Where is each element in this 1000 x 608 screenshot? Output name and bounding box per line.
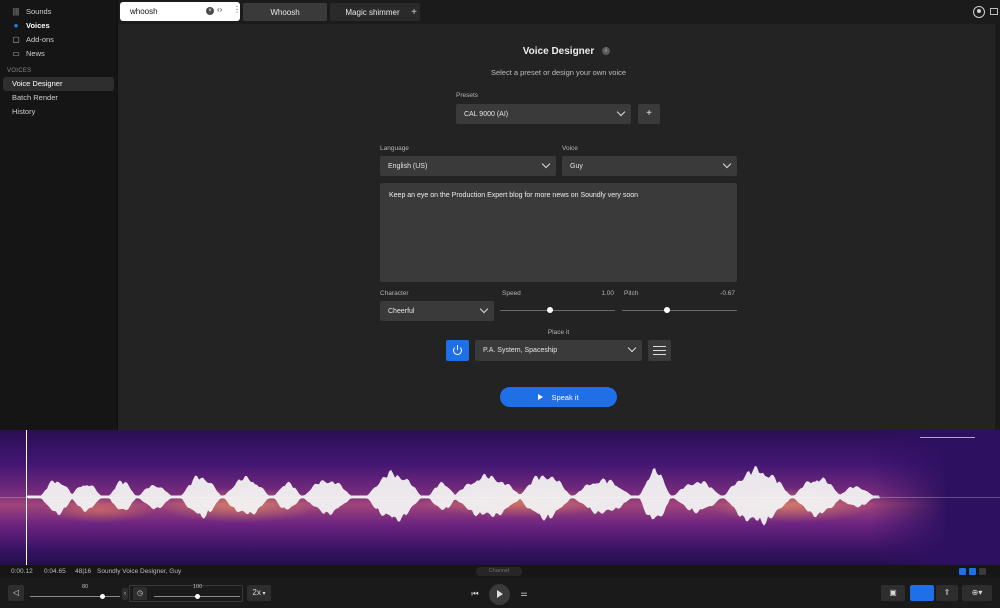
speed-value: 1.00: [601, 290, 614, 297]
sidebar-item-news[interactable]: ▭ News: [0, 46, 117, 60]
rate-value: 2x: [252, 588, 261, 597]
output-settings-icon[interactable]: ⊕▾: [962, 585, 992, 601]
playback-position: 0:00.12: [11, 568, 33, 575]
character-dropdown[interactable]: Cheerful: [380, 301, 494, 321]
stopwatch-icon[interactable]: ◷: [133, 587, 147, 600]
place-it-value: P.A. System, Spaceship: [483, 347, 558, 354]
sidebar-item-add-ons[interactable]: ▢ Add-ons: [0, 32, 117, 46]
add-tab-button[interactable]: +: [408, 3, 420, 21]
bag-icon: ▢: [12, 34, 20, 44]
speech-bubble-icon: ●: [13, 20, 19, 30]
monitor-icon: ▭: [12, 48, 20, 58]
sidebar-link-history[interactable]: History: [3, 105, 114, 119]
volume-slider[interactable]: [30, 596, 120, 597]
sidebar-item-label: Sounds: [26, 6, 52, 16]
place-it-label: Place it: [547, 329, 570, 336]
info-icon[interactable]: i: [602, 47, 610, 55]
pitch-slider-handle[interactable]: [664, 307, 670, 313]
sidebar: ||| Sounds ● Voices ▢ Add-ons ▭ News VOI…: [0, 0, 118, 430]
sidebar-item-label: Add-ons: [26, 34, 54, 44]
chevron-down-icon: [627, 343, 637, 353]
chevron-down-icon: [479, 304, 489, 314]
clipboard-icon[interactable]: ▣: [881, 585, 905, 601]
page-title: Voice Designer: [522, 46, 595, 57]
spectrogram-view[interactable]: [0, 430, 1000, 565]
microphone-icon[interactable]: [910, 585, 934, 601]
collapse-chevron-icon[interactable]: ‹: [122, 588, 128, 600]
library-icon: |||: [12, 6, 20, 16]
pitch-slider[interactable]: [622, 310, 737, 311]
voice-label: Voice: [562, 145, 578, 152]
add-preset-button[interactable]: +: [638, 104, 660, 124]
chevron-down-icon: [616, 107, 626, 117]
play-button[interactable]: [489, 584, 510, 605]
upload-icon[interactable]: ⇑: [936, 585, 958, 601]
sidebar-item-voices[interactable]: ● Voices: [0, 18, 117, 32]
presets-label: Presets: [456, 92, 479, 99]
sidebar-link-voice-designer[interactable]: Voice Designer: [3, 77, 114, 91]
place-it-dropdown[interactable]: P.A. System, Spaceship: [475, 340, 642, 361]
character-value: Cheerful: [388, 307, 415, 315]
speed-slider-handle[interactable]: [547, 307, 553, 313]
source-name: Soundly Voice Designer, Guy: [97, 568, 182, 575]
pitch-value: -0.67: [720, 290, 735, 297]
speed-label: Speed: [502, 290, 521, 297]
language-dropdown[interactable]: English (US): [380, 156, 556, 176]
volume-value: 80: [82, 584, 89, 590]
window-layout-icon[interactable]: [990, 8, 998, 15]
file-duration: 0:04.65: [44, 568, 66, 575]
sidebar-item-label: News: [26, 48, 45, 58]
speed-value: 100: [193, 584, 203, 590]
chevron-down-icon: [541, 159, 551, 169]
effect-settings-button[interactable]: [648, 340, 671, 361]
presets-dropdown[interactable]: CAL 9000 (AI): [456, 104, 631, 124]
clear-search-icon[interactable]: ×: [206, 7, 214, 15]
volume-slider-handle[interactable]: [99, 594, 105, 599]
search-input[interactable]: whoosh: [130, 7, 158, 16]
skip-to-start-icon[interactable]: ⏮: [468, 586, 482, 602]
speed-slider[interactable]: [500, 310, 615, 311]
playback-speed-handle[interactable]: [194, 594, 200, 599]
snap-toggle-icon[interactable]: [959, 568, 966, 575]
channel-selector[interactable]: Channel: [476, 567, 522, 576]
language-label: Language: [380, 145, 409, 152]
speak-it-label: Speak it: [551, 392, 579, 402]
place-it-power-button[interactable]: [446, 340, 469, 361]
mute-speaker-icon[interactable]: ◁: [8, 585, 24, 601]
user-account-icon[interactable]: [973, 6, 985, 18]
rate-dropdown[interactable]: 2x ▾: [247, 585, 271, 601]
sidebar-item-label: Voices: [26, 20, 50, 30]
speech-text-input[interactable]: Keep an eye on the Production Expert blo…: [380, 183, 737, 282]
presets-value: CAL 9000 (AI): [464, 110, 509, 118]
scrollbar[interactable]: [995, 24, 1000, 430]
language-value: English (US): [388, 162, 428, 170]
voice-value: Guy: [570, 162, 583, 170]
chevron-down-icon: [722, 159, 732, 169]
speak-it-button[interactable]: Speak it: [500, 387, 617, 407]
status-bar: 0:00.12 0:04.65 48|16 Soundly Voice Desi…: [0, 565, 1000, 578]
chevron-down-icon: ▾: [260, 591, 266, 597]
overview-scroller[interactable]: [920, 437, 975, 438]
character-label: Character: [380, 290, 409, 297]
soundly-app: ||| Sounds ● Voices ▢ Add-ons ▭ News VOI…: [0, 0, 1000, 608]
waveform-centerline: [0, 497, 1000, 498]
more-options-icon[interactable]: ⋮: [233, 5, 241, 14]
top-bar: whoosh × ‹› ⋮ Whoosh Magic shimmer +: [118, 0, 1000, 24]
sidebar-item-sounds[interactable]: ||| Sounds: [0, 4, 117, 18]
mixer-settings-icon[interactable]: ⚌: [517, 586, 531, 602]
search-tab[interactable]: whoosh × ‹› ⋮: [120, 2, 241, 21]
tab-whoosh[interactable]: Whoosh: [243, 3, 327, 21]
tab-magic-shimmer[interactable]: Magic shimmer: [330, 3, 415, 21]
pitch-label: Pitch: [624, 290, 639, 297]
nav-arrows-icon[interactable]: ‹›: [217, 5, 222, 14]
play-icon: [538, 394, 544, 400]
page-subtitle: Select a preset or design your own voice: [490, 68, 627, 77]
loop-toggle-icon[interactable]: [969, 568, 976, 575]
playhead[interactable]: [26, 430, 27, 565]
sidebar-link-batch-render[interactable]: Batch Render: [3, 91, 114, 105]
audio-format: 48|16: [75, 568, 92, 575]
view-toggle-icon[interactable]: [979, 568, 986, 575]
voice-dropdown[interactable]: Guy: [562, 156, 737, 176]
